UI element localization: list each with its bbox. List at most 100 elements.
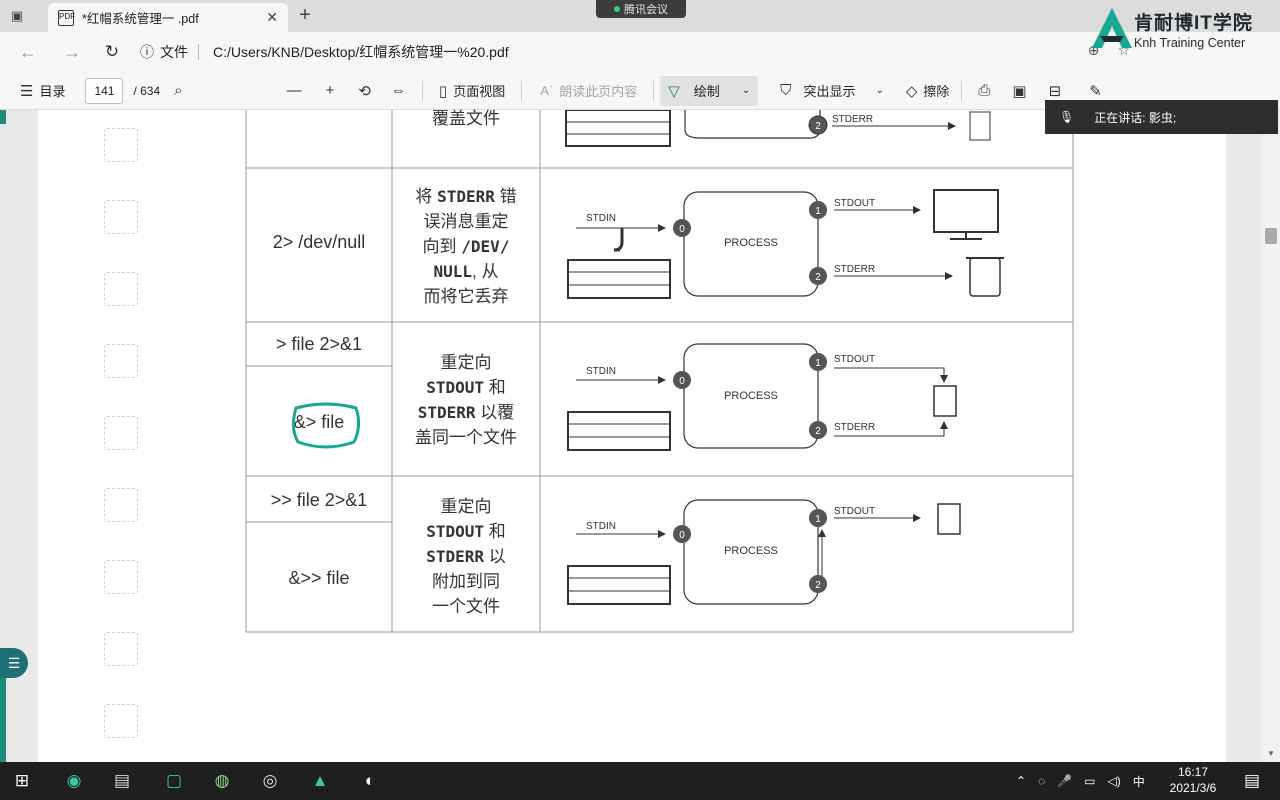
diagram-row-2: STDIN PROCESS 0 1 2 STDOUT STDERR (567, 343, 957, 451)
draw-button[interactable]: ▽ 绘制 ⌄ (660, 75, 759, 106)
list-icon: ☰ (20, 82, 34, 100)
photoshop-icon[interactable]: ◍ (206, 766, 238, 796)
address-url[interactable]: C:/Users/KNB/Desktop/红帽系统管理一%20.pdf (213, 42, 509, 62)
chrome-icon[interactable]: ◐ (354, 766, 386, 796)
address-divider (198, 44, 199, 60)
tray-ime-label[interactable]: 中 (1133, 773, 1145, 790)
pdf-file-icon: PDF (58, 9, 75, 26)
sidebar-toggle-icon[interactable]: ☰ (0, 648, 28, 678)
conference-icon[interactable]: ▲ (304, 766, 336, 796)
toolbar-divider (421, 80, 423, 101)
reload-icon[interactable]: ↻ (98, 38, 126, 66)
zoom-in-icon[interactable]: + (326, 82, 335, 99)
svg-text:0: 0 (679, 376, 685, 387)
page-total: / 634 (133, 83, 161, 98)
desc-row-3: 重定向 STDOUT 和 STDERR 以 附加到同 一个文件 (426, 497, 506, 616)
read-aloud-button[interactable]: A︎ˊ 朗读此页内容 (540, 81, 637, 100)
diagram-row-1: STDIN PROCESS 0 1 2 STDOUT STDERR (567, 189, 1004, 299)
clock-date: 2021/3/6 (1169, 781, 1217, 795)
draw-label: 绘制 (693, 84, 720, 99)
tab-close-icon[interactable]: ✕ (266, 9, 278, 26)
scroll-down-arrow-icon[interactable]: ▼ (1267, 749, 1275, 758)
stderr-label: STDERR (832, 114, 873, 125)
highlight-label: 突出显示 (803, 84, 856, 99)
svg-text:STDIN: STDIN (586, 521, 616, 532)
notification-icon[interactable]: ▤ (1236, 766, 1268, 796)
diagrams: 2 STDERR STDIN PROCESS 0 1 2 STDOUT STDE… (565, 110, 1004, 605)
page-view-label: 页面视图 (453, 84, 506, 99)
windows-taskbar: ⊞ ◉ ▤ ▢ ◍ ◎ ▲ ◐ ⌃ ◌ 🎤 ▭ ◁) 中 16:17 2021/… (0, 762, 1280, 800)
address-field[interactable]: ⓘ 文件 C:/Users/KNB/Desktop/红帽系统管理一%20.pdf (140, 38, 509, 66)
window-menu-icon[interactable]: ▣ (6, 6, 28, 26)
windows-start-icon[interactable]: ⊞ (6, 766, 38, 796)
logo-english-text: Knh Training Center (1134, 36, 1246, 50)
save-as-icon[interactable]: ⊟ (1049, 82, 1062, 100)
meeting-indicator-label: 腾讯会议 (624, 4, 668, 16)
new-tab-button[interactable]: + (294, 5, 316, 27)
svg-text:0: 0 (679, 224, 685, 235)
zoom-out-icon[interactable]: — (287, 82, 302, 99)
page-number-input[interactable]: 141 (85, 77, 124, 104)
speaking-label: 正在讲话: 影虫; (1094, 110, 1177, 125)
toc-button[interactable]: ☰ 目录 (20, 81, 65, 100)
svg-text:0: 0 (679, 530, 685, 541)
svg-text:STDIN: STDIN (586, 366, 616, 377)
page-view-button[interactable]: ▯ 页面视图 (439, 81, 505, 100)
logo-mark-icon (1092, 8, 1132, 48)
desc-row-0: 覆盖文件 (432, 109, 500, 128)
vertical-scrollbar[interactable]: ▲ ▼ (1262, 110, 1280, 762)
tray-network-icon[interactable]: ▭ (1084, 774, 1095, 788)
svg-text:2: 2 (815, 272, 821, 283)
highlight-button[interactable]: ⛉ 突出显示 ⌄ (780, 81, 884, 100)
svg-text:2: 2 (815, 580, 821, 591)
draw-pen-icon: ▽ (668, 82, 680, 100)
save-icon[interactable]: ▣ (1012, 82, 1026, 100)
file-explorer-icon[interactable]: ▤ (106, 766, 138, 796)
browser-tab-active[interactable]: PDF *红帽系统管理一 .pdf ✕ (48, 3, 288, 32)
tray-expand-chevron-icon[interactable]: ⌃ (1016, 774, 1026, 788)
tab-title: *红帽系统管理一 .pdf (82, 12, 199, 26)
svg-text:1: 1 (815, 514, 821, 525)
obs-icon[interactable]: ◎ (254, 766, 286, 796)
hand-drawn-circle-annotation (291, 402, 361, 449)
svg-text:STDERR: STDERR (834, 264, 875, 275)
tray-microphone-icon[interactable]: 🎤 (1057, 774, 1072, 788)
diagram-row-3: STDIN PROCESS 0 1 2 STDOUT (567, 499, 961, 605)
process-label: PROCESS (724, 237, 778, 249)
info-icon[interactable]: ⓘ (140, 42, 154, 62)
scrollbar-thumb[interactable] (1265, 228, 1277, 244)
page-view-icon: ▯ (438, 82, 448, 100)
draw-dropdown-chevron-icon[interactable]: ⌄ (742, 85, 750, 96)
search-icon[interactable]: ⌕ (174, 82, 182, 99)
svg-text:2: 2 (815, 426, 821, 437)
toc-label: 目录 (39, 84, 66, 99)
eraser-icon: ◇ (905, 82, 918, 100)
print-icon[interactable]: ⎙ (978, 82, 990, 99)
highlight-dropdown-chevron-icon[interactable]: ⌄ (875, 85, 883, 96)
microphone-icon: 🎙 (1059, 110, 1075, 124)
taskbar-clock[interactable]: 16:17 2021/3/6 (1156, 764, 1230, 796)
diagram-row-0: 2 STDERR (565, 110, 991, 147)
meeting-app-icon[interactable]: ▢ (158, 766, 190, 796)
erase-button[interactable]: ◇ 擦除 (906, 81, 950, 100)
file-icon (933, 385, 957, 417)
meeting-indicator[interactable]: 腾讯会议 (596, 0, 686, 18)
edge-icon[interactable]: ◉ (58, 766, 90, 796)
clock-time: 16:17 (1177, 765, 1209, 779)
speaking-banner: 🎙 正在讲话: 影虫; (1045, 100, 1278, 134)
back-arrow-icon[interactable]: ← (14, 38, 42, 66)
desc-row-2: 重定向 STDOUT 和 STDERR 以覆 盖同一个文件 (415, 353, 517, 447)
tray-app-icon[interactable]: ◌ (1038, 774, 1045, 788)
read-aloud-label: 朗读此页内容 (559, 84, 638, 99)
forward-arrow-icon[interactable]: → (58, 38, 86, 66)
pin-icon[interactable]: ✎ (1089, 82, 1102, 100)
fd-label: 2 (815, 121, 821, 132)
svg-text:PROCESS: PROCESS (724, 545, 778, 557)
highlighter-icon: ⛉ (780, 82, 792, 99)
svg-text:1: 1 (815, 358, 821, 369)
rotate-icon[interactable]: ⟲ (358, 82, 371, 100)
svg-text:STDOUT: STDOUT (834, 198, 875, 209)
fit-width-icon[interactable]: ⇔ (391, 82, 406, 99)
svg-text:STDOUT: STDOUT (834, 506, 875, 517)
tray-volume-icon[interactable]: ◁) (1108, 774, 1121, 788)
